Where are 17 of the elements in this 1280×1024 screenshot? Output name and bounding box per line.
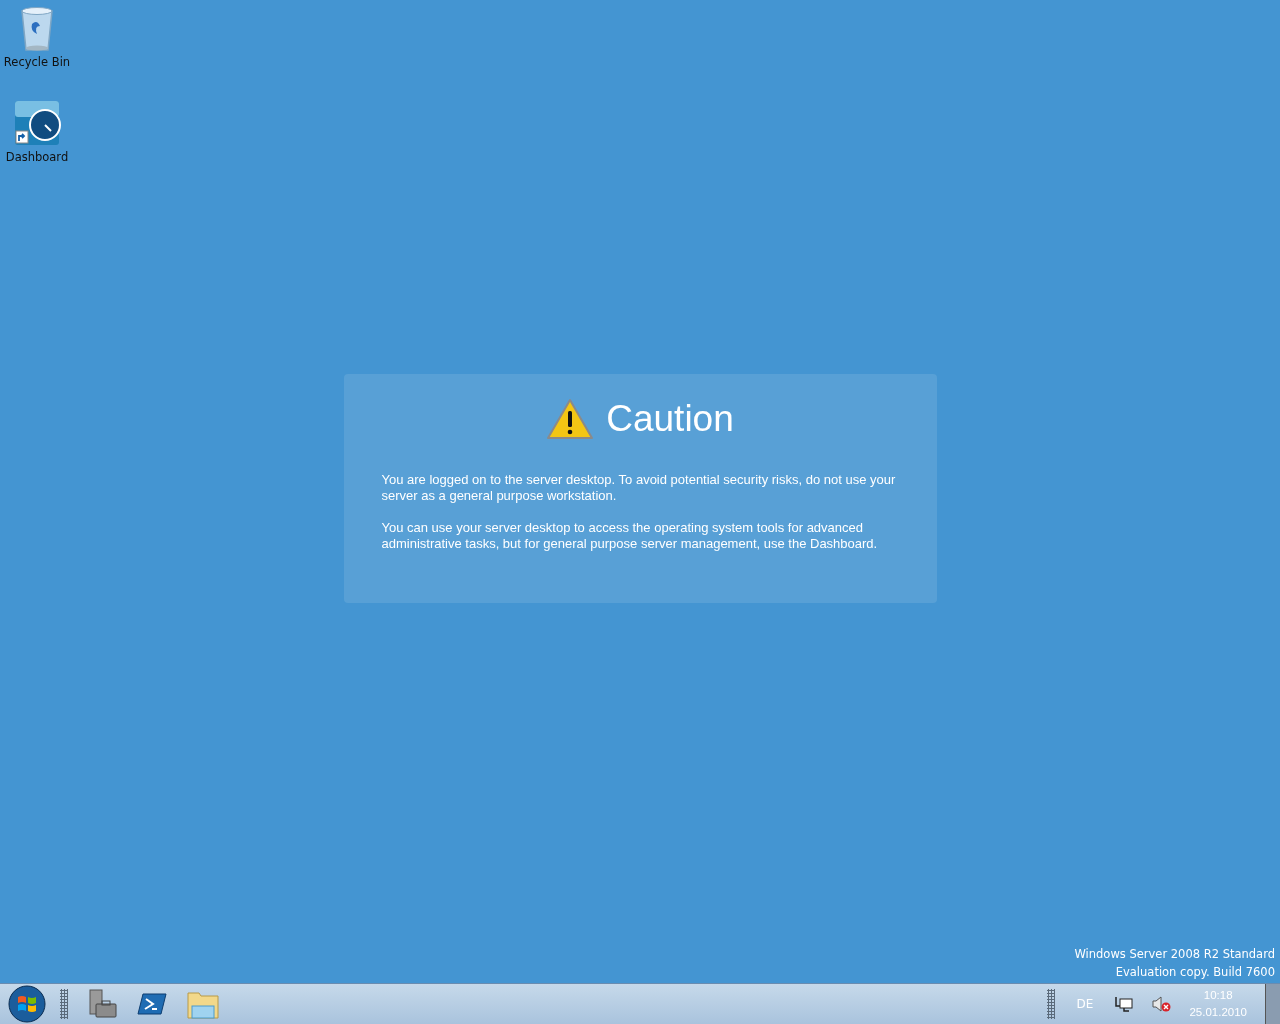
windows-logo-start-button[interactable] [8, 985, 46, 1023]
gauge-icon[interactable] [13, 99, 61, 147]
speaker-icon[interactable] [1151, 996, 1172, 1012]
caution-message: You can use your server desktop to access the operating system tools for advanced administrative tasks, but for general purpose server management, use the Dashboard. [381, 520, 879, 552]
caution-message: You are logged on to the server desktop. To avoid potential security risks, do not use your server as a general purpose workstation. [381, 472, 897, 504]
network-icon[interactable] [1115, 996, 1134, 1012]
desktop-icon-label[interactable]: Recycle Bin [3, 55, 71, 69]
taskbar-grip[interactable] [1046, 989, 1055, 1019]
show-desktop-button[interactable] [1265, 984, 1280, 1024]
server-toolbox-icon[interactable] [86, 988, 118, 1020]
edition-text: Windows Server 2008 R2 Standard [1074, 946, 1275, 963]
desktop-icon-label[interactable]: Dashboard [5, 150, 69, 164]
warning-icon [546, 398, 595, 440]
taskbar-grip[interactable] [60, 989, 68, 1019]
caution-title: Caution [606, 398, 734, 440]
edition-text: Evaluation copy. Build 7600 [1115, 964, 1275, 981]
trash-bin-icon[interactable] [19, 6, 55, 52]
